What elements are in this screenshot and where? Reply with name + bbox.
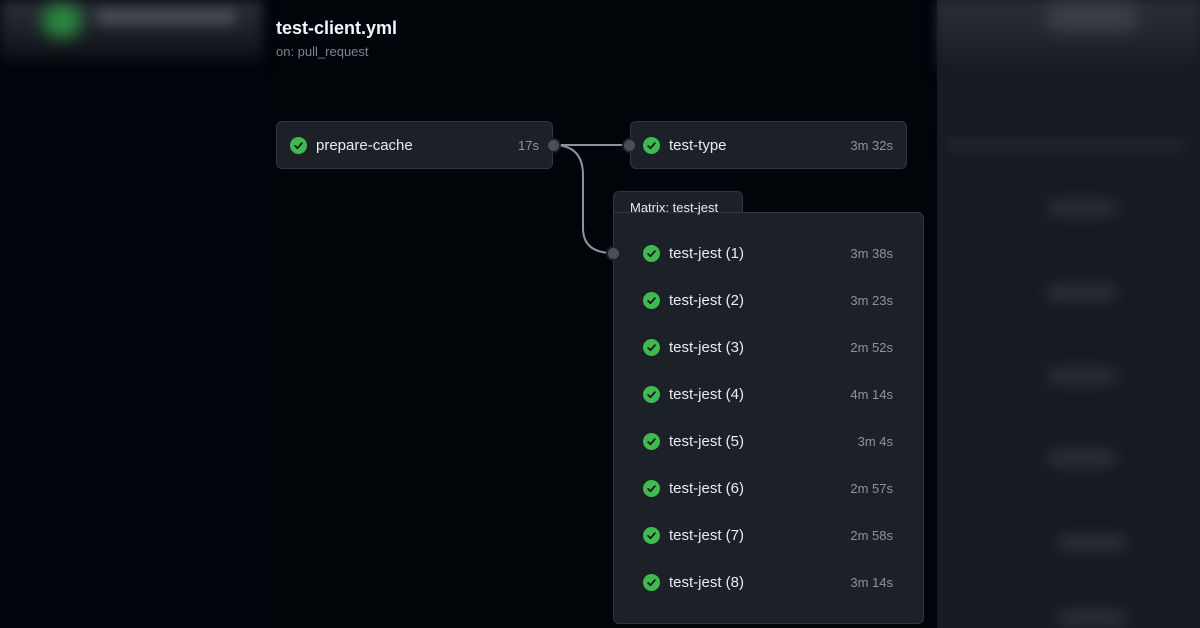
- job-name: test-jest (2): [669, 292, 745, 309]
- matrix-job-row[interactable]: test-jest (5) 3m 4s: [614, 418, 923, 465]
- check-circle-icon: [643, 339, 660, 356]
- matrix-job-row[interactable]: test-jest (2) 3m 23s: [614, 277, 923, 324]
- matrix-job-row[interactable]: test-jest (4) 4m 14s: [614, 371, 923, 418]
- check-circle-icon: [643, 137, 660, 154]
- matrix-job-row[interactable]: test-jest (7) 2m 58s: [614, 512, 923, 559]
- job-duration: 3m 14s: [850, 575, 893, 590]
- job-name: test-type: [669, 137, 727, 154]
- check-circle-icon: [643, 245, 660, 262]
- job-name: test-jest (7): [669, 527, 745, 544]
- job-name: test-jest (8): [669, 574, 745, 591]
- output-connector: [546, 138, 561, 153]
- job-name: prepare-cache: [316, 137, 413, 154]
- input-connector: [622, 138, 637, 153]
- check-circle-icon: [290, 137, 307, 154]
- job-name: test-jest (5): [669, 433, 745, 450]
- matrix-job-row[interactable]: test-jest (1) 3m 38s: [614, 230, 923, 277]
- job-duration: 2m 58s: [850, 528, 893, 543]
- job-name: test-jest (6): [669, 480, 745, 497]
- check-circle-icon: [643, 480, 660, 497]
- job-name: test-jest (4): [669, 386, 745, 403]
- check-circle-icon: [643, 527, 660, 544]
- dependency-edges: [552, 144, 630, 254]
- matrix-label: Matrix: test-jest: [630, 200, 719, 215]
- job-duration: 4m 14s: [850, 387, 893, 402]
- check-circle-icon: [643, 386, 660, 403]
- check-circle-icon: [643, 292, 660, 309]
- matrix-job-row[interactable]: test-jest (3) 2m 52s: [614, 324, 923, 371]
- job-card-test-type[interactable]: test-type 3m 32s: [630, 121, 907, 169]
- job-card-prepare-cache[interactable]: prepare-cache 17s: [276, 121, 553, 169]
- job-duration: 3m 38s: [850, 246, 893, 261]
- job-duration: 3m 23s: [850, 293, 893, 308]
- job-duration: 3m 32s: [850, 138, 893, 153]
- check-circle-icon: [643, 574, 660, 591]
- check-circle-icon: [643, 433, 660, 450]
- matrix-job-row[interactable]: test-jest (6) 2m 57s: [614, 465, 923, 512]
- matrix-job-list: test-jest (1) 3m 38s test-jest (2) 3m 23…: [614, 230, 923, 606]
- job-duration: 2m 57s: [850, 481, 893, 496]
- job-duration: 3m 4s: [857, 434, 893, 449]
- job-duration: 17s: [518, 138, 539, 153]
- matrix-job-row[interactable]: test-jest (8) 3m 14s: [614, 559, 923, 606]
- job-name: test-jest (3): [669, 339, 745, 356]
- job-name: test-jest (1): [669, 245, 745, 262]
- job-duration: 2m 52s: [850, 340, 893, 355]
